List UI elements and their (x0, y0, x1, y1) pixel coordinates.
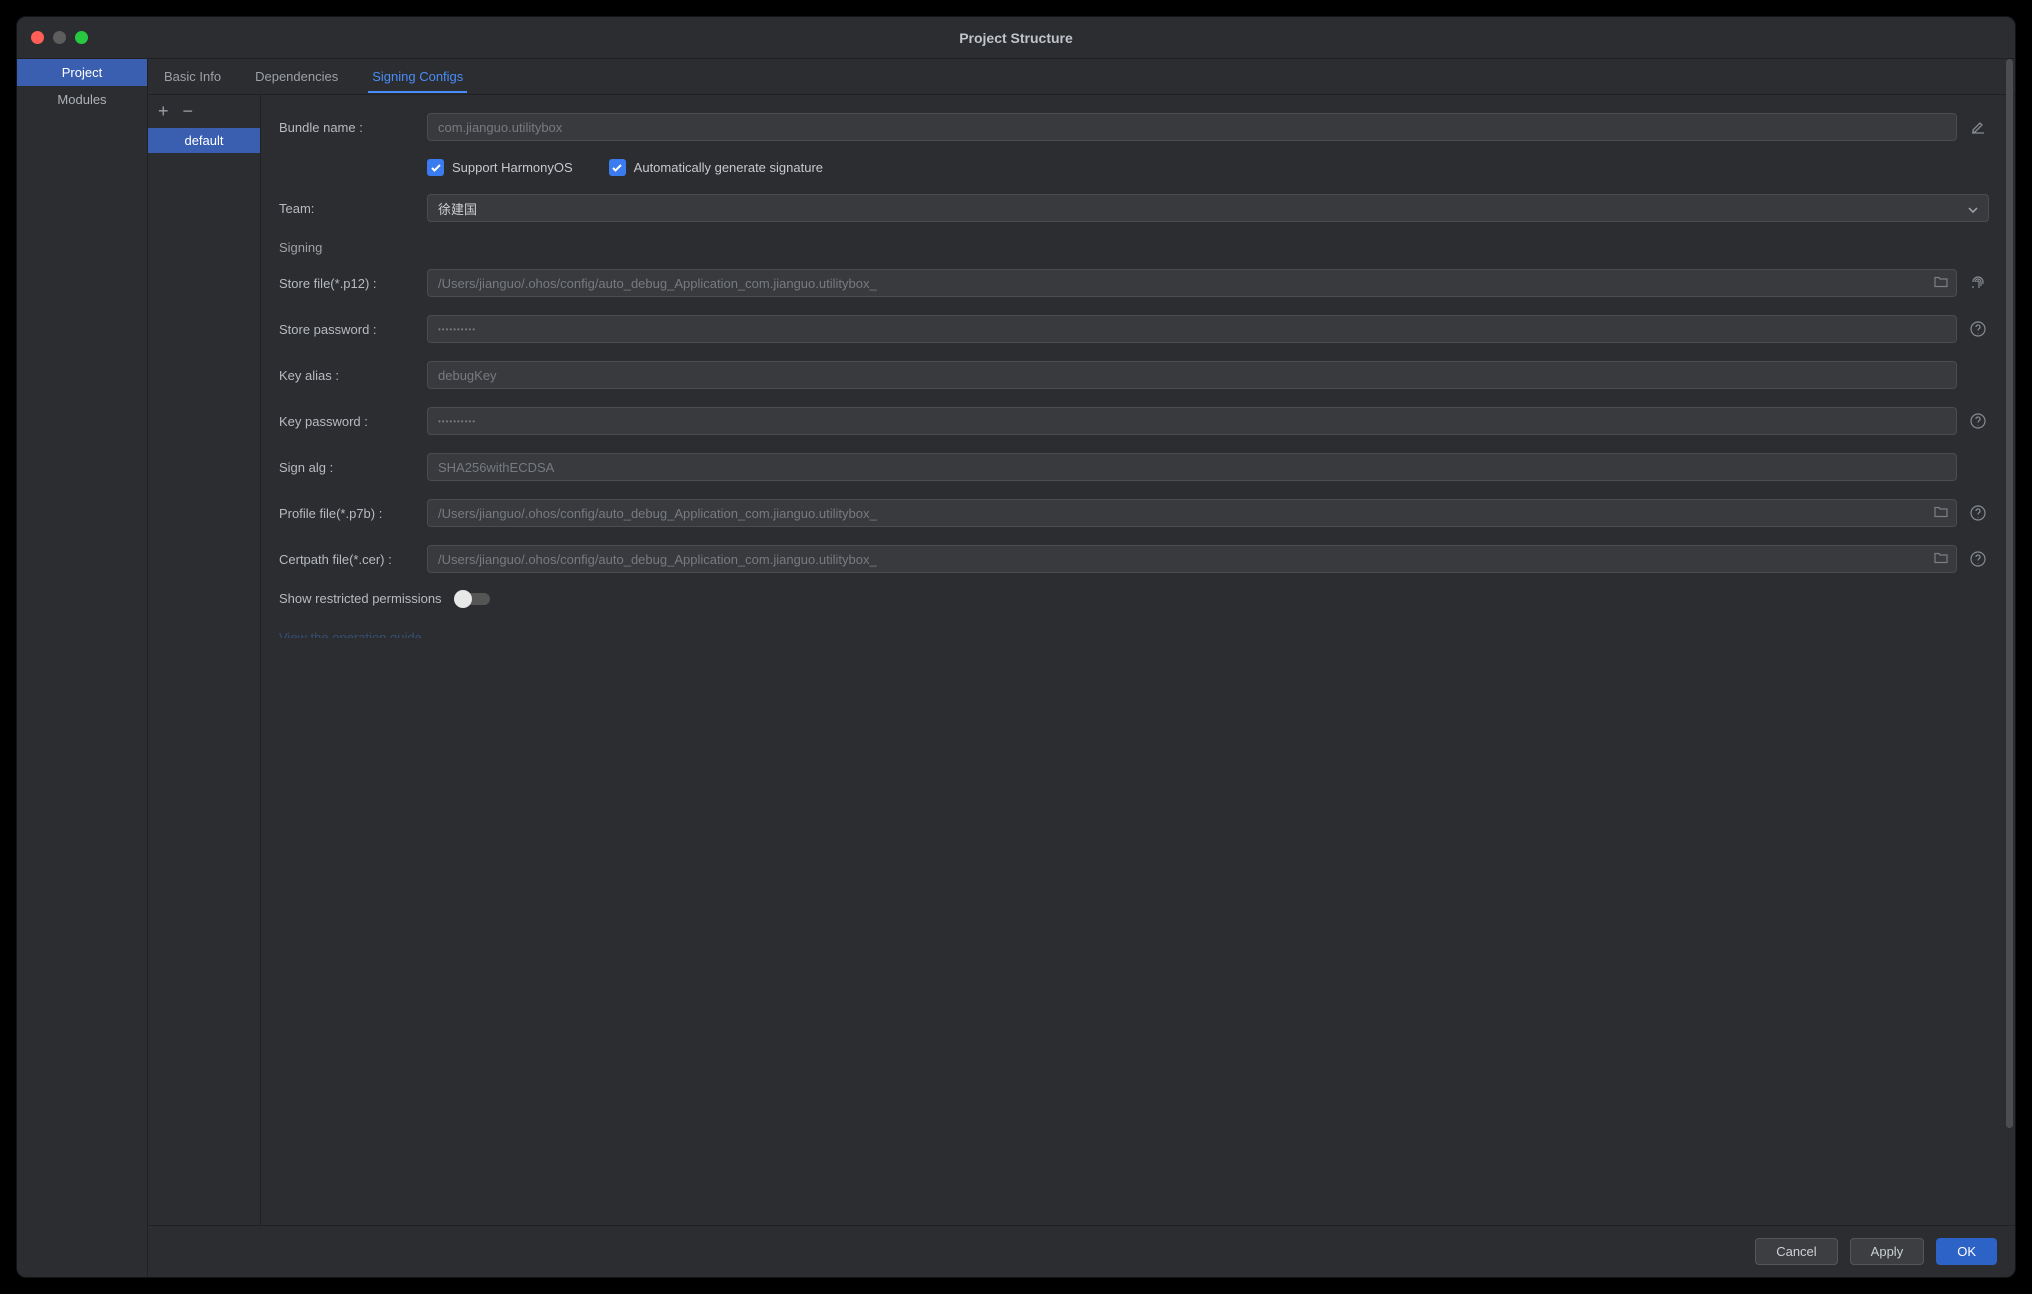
row-key-alias: Key alias : debugKey (279, 361, 1989, 389)
folder-icon[interactable] (1934, 276, 1948, 291)
bundle-name-input[interactable]: com.jianguo.utilitybox (427, 113, 1957, 141)
sidebar-item-modules[interactable]: Modules (17, 86, 147, 113)
team-label: Team: (279, 201, 427, 216)
operation-guide-link[interactable]: View the operation guide (279, 630, 422, 638)
restricted-label: Show restricted permissions (279, 591, 442, 606)
row-store-file: Store file(*.p12) : /Users/jianguo/.ohos… (279, 269, 1989, 297)
sign-alg-label: Sign alg : (279, 460, 427, 475)
folder-icon[interactable] (1934, 506, 1948, 521)
sidebar: Project Modules (17, 59, 148, 1277)
edit-icon[interactable] (1967, 116, 1989, 138)
row-restricted: Show restricted permissions (279, 591, 1989, 606)
scrollbar-thumb[interactable] (2006, 59, 2013, 1128)
support-harmonyos-checkbox[interactable]: Support HarmonyOS (427, 159, 573, 176)
key-password-input[interactable]: •••••••••• (427, 407, 1957, 435)
help-icon[interactable] (1967, 502, 1989, 524)
config-item-default[interactable]: default (148, 128, 260, 153)
key-alias-label: Key alias : (279, 368, 427, 383)
window-controls (31, 31, 88, 44)
row-profile-file: Profile file(*.p7b) : /Users/jianguo/.oh… (279, 499, 1989, 527)
maximize-window-icon[interactable] (75, 31, 88, 44)
store-password-input[interactable]: •••••••••• (427, 315, 1957, 343)
certpath-file-input[interactable]: /Users/jianguo/.ohos/config/auto_debug_A… (427, 545, 1957, 573)
row-bundle-name: Bundle name : com.jianguo.utilitybox (279, 113, 1989, 141)
key-alias-input[interactable]: debugKey (427, 361, 1957, 389)
support-harmonyos-label: Support HarmonyOS (452, 160, 573, 175)
minimize-window-icon[interactable] (53, 31, 66, 44)
add-config-icon[interactable]: + (158, 101, 169, 122)
chevron-down-icon (1968, 201, 1978, 216)
profile-file-label: Profile file(*.p7b) : (279, 506, 427, 521)
signing-section-label: Signing (279, 240, 1989, 255)
sign-alg-input[interactable]: SHA256withECDSA (427, 453, 1957, 481)
window-title: Project Structure (17, 30, 2015, 46)
key-password-label: Key password : (279, 414, 427, 429)
row-sign-alg: Sign alg : SHA256withECDSA (279, 453, 1989, 481)
row-team: Team: 徐建国 (279, 194, 1989, 222)
tab-signing-configs[interactable]: Signing Configs (368, 61, 467, 93)
help-icon[interactable] (1967, 548, 1989, 570)
store-file-input[interactable]: /Users/jianguo/.ohos/config/auto_debug_A… (427, 269, 1957, 297)
checkbox-checked-icon (609, 159, 626, 176)
config-list-toolbar: + − (148, 95, 260, 128)
titlebar: Project Structure (17, 17, 2015, 59)
help-icon[interactable] (1967, 410, 1989, 432)
main: Basic Info Dependencies Signing Configs … (148, 59, 2015, 1277)
footer: Cancel Apply OK (148, 1225, 2015, 1277)
tab-dependencies[interactable]: Dependencies (251, 61, 342, 92)
store-file-label: Store file(*.p12) : (279, 276, 427, 291)
sidebar-item-project[interactable]: Project (17, 59, 147, 86)
content: + − default Bundle name : com.jianguo.ut… (148, 95, 2015, 1225)
row-certpath-file: Certpath file(*.cer) : /Users/jianguo/.o… (279, 545, 1989, 573)
fingerprint-icon[interactable] (1967, 272, 1989, 294)
row-checkboxes: Support HarmonyOS Automatically generate… (279, 159, 1989, 176)
signing-form: Bundle name : com.jianguo.utilitybox (261, 95, 2015, 1225)
tabs: Basic Info Dependencies Signing Configs (148, 59, 2015, 95)
project-structure-window: Project Structure Project Modules Basic … (16, 16, 2016, 1278)
auto-generate-checkbox[interactable]: Automatically generate signature (609, 159, 823, 176)
bundle-name-label: Bundle name : (279, 120, 427, 135)
body: Project Modules Basic Info Dependencies … (17, 59, 2015, 1277)
certpath-file-label: Certpath file(*.cer) : (279, 552, 427, 567)
remove-config-icon[interactable]: − (183, 101, 194, 122)
row-store-password: Store password : •••••••••• (279, 315, 1989, 343)
help-icon[interactable] (1967, 318, 1989, 340)
row-key-password: Key password : •••••••••• (279, 407, 1989, 435)
checkbox-checked-icon (427, 159, 444, 176)
team-select[interactable]: 徐建国 (427, 194, 1989, 222)
store-password-label: Store password : (279, 322, 427, 337)
folder-icon[interactable] (1934, 552, 1948, 567)
apply-button[interactable]: Apply (1850, 1238, 1925, 1265)
config-list-column: + − default (148, 95, 261, 1225)
scrollbar[interactable] (2006, 59, 2013, 1221)
auto-generate-label: Automatically generate signature (634, 160, 823, 175)
profile-file-input[interactable]: /Users/jianguo/.ohos/config/auto_debug_A… (427, 499, 1957, 527)
cancel-button[interactable]: Cancel (1755, 1238, 1837, 1265)
close-window-icon[interactable] (31, 31, 44, 44)
ok-button[interactable]: OK (1936, 1238, 1997, 1265)
restricted-toggle[interactable] (456, 593, 490, 605)
tab-basic-info[interactable]: Basic Info (160, 61, 225, 92)
team-value: 徐建国 (438, 199, 477, 218)
